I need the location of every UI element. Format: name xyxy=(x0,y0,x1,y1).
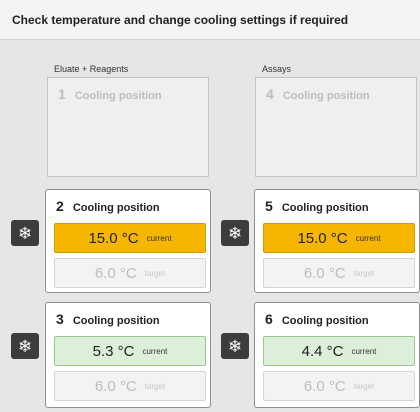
position-number: 4 xyxy=(266,86,274,102)
cooling-position-2[interactable]: 2 Cooling position 15.0 °C current 6.0 °… xyxy=(45,189,211,293)
target-tag: target xyxy=(144,381,166,391)
cooling-position-4: 4 Cooling position xyxy=(255,77,417,177)
target-temperature: 6.0 °C target xyxy=(263,258,415,288)
position-title: 3 Cooling position xyxy=(56,311,160,327)
position-title: 2 Cooling position xyxy=(56,198,160,214)
cooling-position-1: 1 Cooling position xyxy=(47,77,209,177)
current-tag: current xyxy=(355,233,381,243)
target-tag: target xyxy=(144,268,166,278)
target-temperature-value: 6.0 °C xyxy=(303,264,346,282)
snowflake-icon[interactable]: ❄ xyxy=(11,220,39,246)
position-label: Cooling position xyxy=(282,90,370,102)
target-tag: target xyxy=(353,381,375,391)
cooling-position-5[interactable]: 5 Cooling position 15.0 °C current 6.0 °… xyxy=(254,189,420,293)
current-tag: current xyxy=(351,346,377,356)
current-temperature-value: 5.3 °C xyxy=(92,342,135,360)
current-temperature: 15.0 °C current xyxy=(263,223,415,253)
cooling-position-3[interactable]: 3 Cooling position 5.3 °C current 6.0 °C… xyxy=(45,302,211,408)
position-label: Cooling position xyxy=(72,202,160,214)
page-title: Check temperature and change cooling set… xyxy=(12,13,349,27)
column-label-eluate-reagents: Eluate + Reagents xyxy=(54,64,129,74)
current-temperature: 4.4 °C current xyxy=(263,336,415,366)
position-title: 1 Cooling position xyxy=(58,86,162,102)
position-title: 6 Cooling position xyxy=(265,311,369,327)
target-temperature-value: 6.0 °C xyxy=(303,377,346,395)
position-title: 5 Cooling position xyxy=(265,198,369,214)
current-temperature: 5.3 °C current xyxy=(54,336,206,366)
current-temperature: 15.0 °C current xyxy=(54,223,206,253)
target-temperature: 6.0 °C target xyxy=(54,371,206,401)
column-label-assays: Assays xyxy=(262,64,292,74)
snowflake-icon[interactable]: ❄ xyxy=(11,333,39,359)
target-temperature-value: 6.0 °C xyxy=(94,264,137,282)
snowflake-icon[interactable]: ❄ xyxy=(221,220,249,246)
position-label: Cooling position xyxy=(74,90,162,102)
target-temperature-value: 6.0 °C xyxy=(94,377,137,395)
current-tag: current xyxy=(146,233,172,243)
cooling-position-6[interactable]: 6 Cooling position 4.4 °C current 6.0 °C… xyxy=(254,302,420,408)
current-tag: current xyxy=(142,346,168,356)
position-label: Cooling position xyxy=(281,202,369,214)
header-bar: Check temperature and change cooling set… xyxy=(0,0,420,40)
position-number: 5 xyxy=(265,198,273,214)
position-title: 4 Cooling position xyxy=(266,86,370,102)
current-temperature-value: 15.0 °C xyxy=(88,229,139,247)
target-temperature: 6.0 °C target xyxy=(263,371,415,401)
position-label: Cooling position xyxy=(281,315,369,327)
snowflake-icon[interactable]: ❄ xyxy=(221,333,249,359)
position-number: 1 xyxy=(58,86,66,102)
position-number: 6 xyxy=(265,311,273,327)
position-number: 3 xyxy=(56,311,64,327)
position-number: 2 xyxy=(56,198,64,214)
current-temperature-value: 15.0 °C xyxy=(297,229,348,247)
current-temperature-value: 4.4 °C xyxy=(301,342,344,360)
target-tag: target xyxy=(353,268,375,278)
target-temperature: 6.0 °C target xyxy=(54,258,206,288)
position-label: Cooling position xyxy=(72,315,160,327)
